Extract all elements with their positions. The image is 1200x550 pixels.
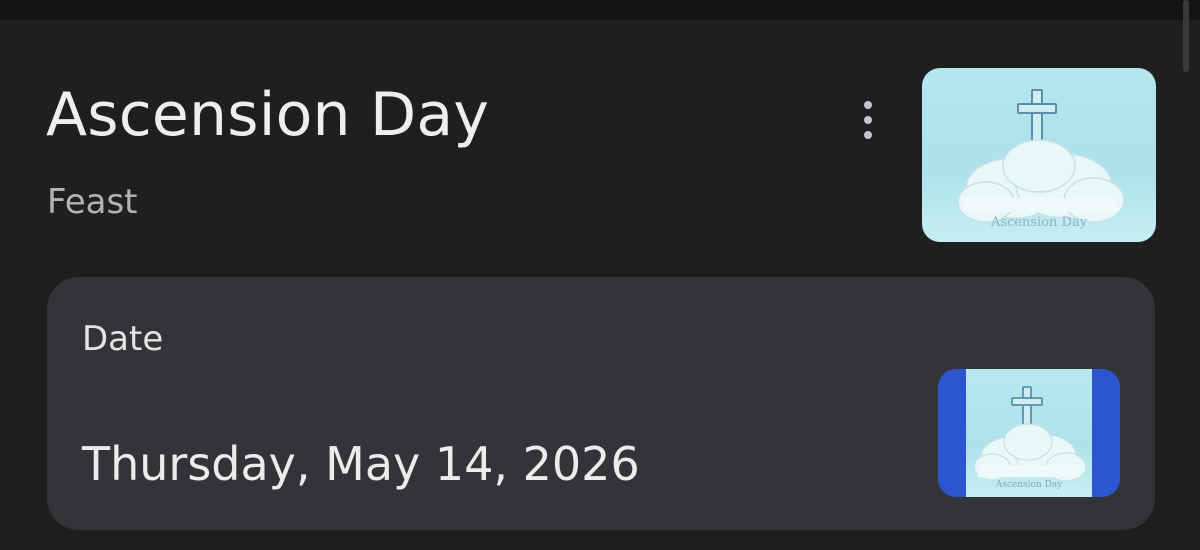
- more-vert-icon: [864, 101, 872, 109]
- more-options-button[interactable]: [846, 96, 890, 144]
- date-card: Date Thursday, May 14, 2026 Ascension Da…: [47, 277, 1155, 530]
- calendar-thumbnail[interactable]: Ascension Day: [938, 369, 1120, 497]
- date-value: Thursday, May 14, 2026: [82, 437, 640, 491]
- event-image[interactable]: Ascension Day: [922, 68, 1156, 242]
- thumbnail-caption: Ascension Day: [995, 480, 1063, 490]
- top-bar: [0, 0, 1200, 20]
- event-type: Feast: [47, 182, 138, 222]
- image-caption: Ascension Day: [990, 215, 1088, 230]
- cross-on-clouds-illustration-small: Ascension Day: [973, 386, 1087, 490]
- scrollbar[interactable]: [1183, 0, 1189, 72]
- date-label: Date: [82, 319, 164, 359]
- cross-on-clouds-illustration: Ascension Day: [957, 89, 1125, 230]
- event-title: Ascension Day: [46, 80, 490, 150]
